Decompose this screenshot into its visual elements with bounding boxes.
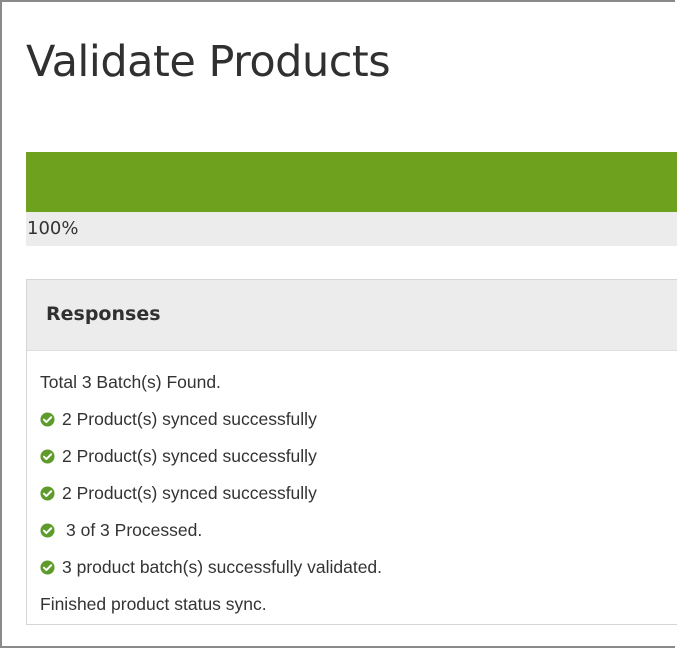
response-text: 2 Product(s) synced successfully — [62, 446, 317, 466]
response-line: Finished product status sync. — [40, 586, 677, 623]
response-line: Total 3 Batch(s) Found. — [40, 364, 677, 401]
check-circle-icon — [40, 486, 55, 501]
progress-bar-fill — [26, 152, 677, 212]
response-line: 3 product batch(s) successfully validate… — [40, 549, 677, 586]
progress-percentage: 100% — [27, 218, 79, 239]
response-line: 2 Product(s) synced successfully — [40, 475, 677, 512]
check-circle-icon — [40, 449, 55, 464]
responses-header: Responses — [27, 280, 677, 351]
response-text: 3 product batch(s) successfully validate… — [62, 557, 383, 577]
response-text: 2 Product(s) synced successfully — [62, 483, 317, 503]
response-line: 2 Product(s) synced successfully — [40, 401, 677, 438]
check-circle-icon — [40, 412, 55, 427]
response-text: Finished product status sync. — [40, 594, 267, 614]
check-circle-icon — [40, 560, 55, 575]
response-line: 2 Product(s) synced successfully — [40, 438, 677, 475]
responses-log: Total 3 Batch(s) Found. 2 Product(s) syn… — [40, 364, 677, 623]
progress-panel: 100% — [26, 152, 677, 246]
responses-panel: Responses Total 3 Batch(s) Found. 2 Prod… — [26, 279, 677, 625]
page-title: Validate Products — [26, 37, 391, 87]
response-text: Total 3 Batch(s) Found. — [40, 372, 221, 392]
responses-heading: Responses — [46, 303, 161, 325]
response-text: 2 Product(s) synced successfully — [62, 409, 317, 429]
response-text: 3 of 3 Processed. — [66, 520, 203, 540]
response-line: 3 of 3 Processed. — [40, 512, 677, 549]
progress-bar — [26, 152, 677, 212]
validation-window: Validate Products 100% Responses Total 3… — [0, 0, 677, 648]
check-circle-icon — [40, 523, 55, 538]
